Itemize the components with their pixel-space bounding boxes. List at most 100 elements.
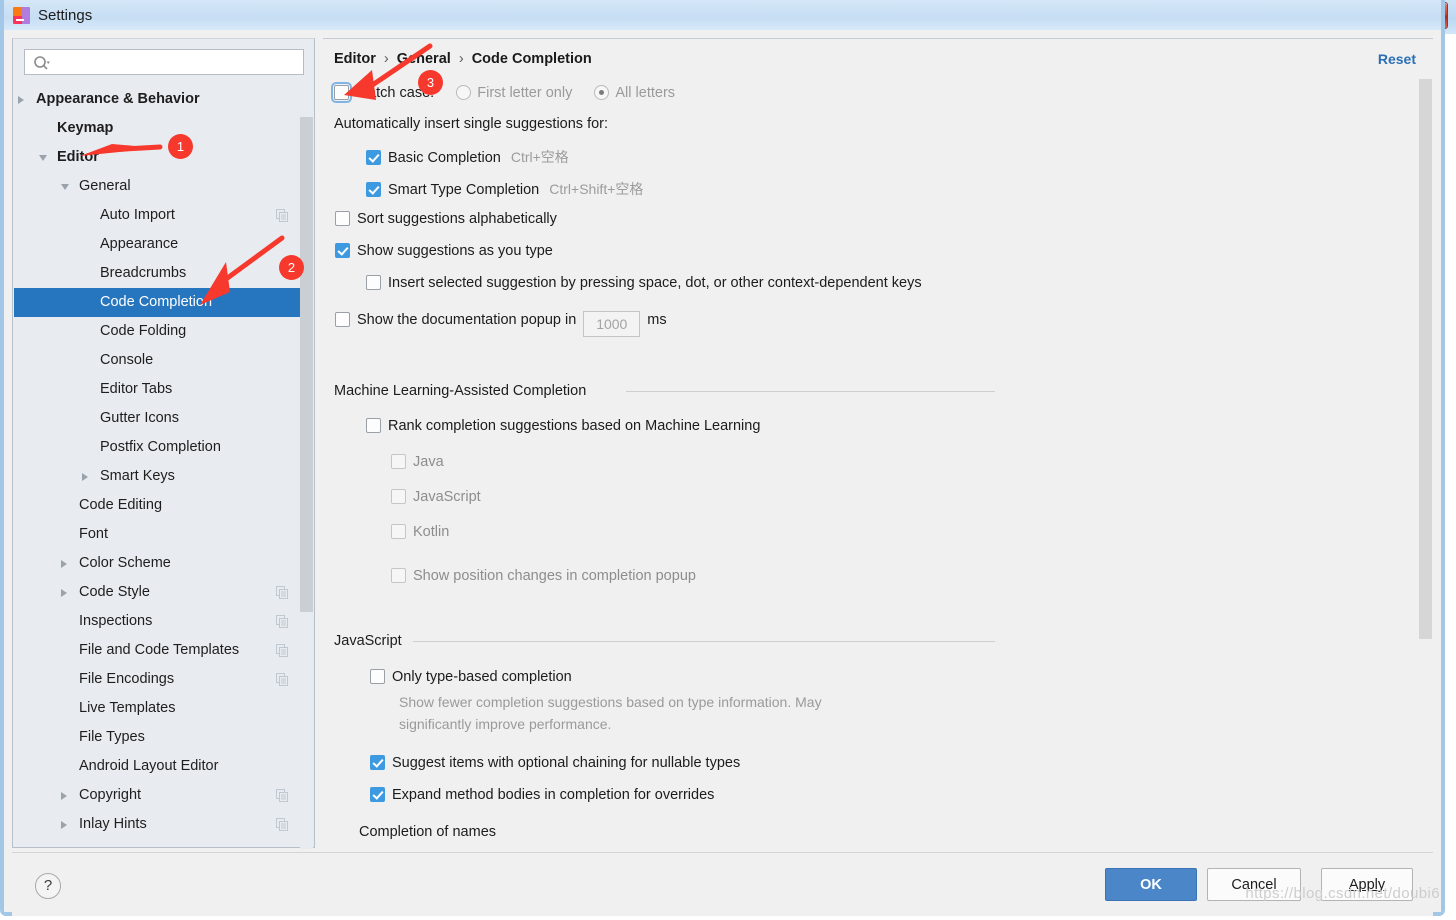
- copy-settings-icon[interactable]: [276, 209, 289, 222]
- breadcrumb-editor[interactable]: Editor: [334, 51, 376, 67]
- search-box[interactable]: [24, 49, 304, 75]
- dialog-button-bar: ? OK Cancel Apply: [12, 852, 1433, 916]
- sidebar-item-label: Android Layout Editor: [79, 758, 219, 774]
- copy-settings-icon[interactable]: [276, 789, 289, 802]
- sidebar-item-code-editing[interactable]: Code Editing: [14, 491, 313, 520]
- only-type-based-checkbox[interactable]: [370, 669, 385, 684]
- sidebar-item-smart-keys[interactable]: Smart Keys: [14, 462, 313, 491]
- sidebar-item-label: Copyright: [79, 787, 142, 803]
- sidebar-item-copyright[interactable]: Copyright: [14, 781, 313, 810]
- ml-show-position-changes-checkbox[interactable]: [391, 568, 406, 583]
- optional-chaining-checkbox[interactable]: [370, 755, 385, 770]
- sidebar-item-appearance[interactable]: Appearance: [14, 230, 313, 259]
- chevron-right-icon[interactable]: [18, 96, 24, 104]
- help-button[interactable]: ?: [35, 873, 61, 899]
- doc-popup-checkbox[interactable]: [335, 312, 350, 327]
- chevron-right-icon[interactable]: [61, 821, 67, 829]
- sort-alphabetically-checkbox[interactable]: [335, 211, 350, 226]
- sidebar-item-label: Color Scheme: [79, 555, 171, 571]
- intellij-idea-icon: [13, 6, 30, 24]
- sidebar-item-inlay-hints[interactable]: Inlay Hints: [14, 810, 313, 839]
- ml-show-position-changes-label: Show position changes in completion popu…: [413, 568, 696, 584]
- sidebar-item-editor-tabs[interactable]: Editor Tabs: [14, 375, 313, 404]
- sidebar-item-label: Appearance: [100, 236, 179, 252]
- cancel-button[interactable]: Cancel: [1207, 868, 1301, 901]
- sidebar-item-editor[interactable]: Editor: [14, 143, 313, 172]
- smart-type-completion-checkbox[interactable]: [366, 182, 381, 197]
- expand-method-bodies-checkbox[interactable]: [370, 787, 385, 802]
- javascript-section-title: JavaScript: [334, 633, 410, 649]
- doc-popup-delay-input[interactable]: 1000: [583, 311, 641, 337]
- match-case-checkbox[interactable]: [331, 82, 352, 103]
- ml-section-divider: [626, 391, 995, 392]
- basic-completion-checkbox[interactable]: [366, 150, 381, 165]
- sidebar-item-code-completion[interactable]: Code Completion: [14, 288, 313, 317]
- sidebar-item-postfix-completion[interactable]: Postfix Completion: [14, 433, 313, 462]
- sidebar-scrollbar[interactable]: [300, 86, 313, 849]
- completion-of-names-title: Completion of names: [359, 824, 497, 840]
- sidebar-item-label: Code Style: [79, 584, 150, 600]
- breadcrumb-general[interactable]: General: [397, 51, 451, 67]
- settings-tree[interactable]: Appearance & Behavior Keymap Editor General…: [14, 85, 313, 846]
- search-input[interactable]: [55, 50, 299, 74]
- expand-method-bodies-label: Expand method bodies in completion for o…: [392, 787, 715, 803]
- chevron-down-icon[interactable]: [39, 155, 47, 161]
- sidebar-item-keymap[interactable]: Keymap: [14, 114, 313, 143]
- sidebar-item-general[interactable]: General: [14, 172, 313, 201]
- sidebar-item-gutter-icons[interactable]: Gutter Icons: [14, 404, 313, 433]
- ml-java-checkbox[interactable]: [391, 454, 406, 469]
- all-letters-label: All letters: [615, 85, 676, 101]
- ml-java-row: Java: [391, 454, 444, 470]
- reset-link[interactable]: Reset: [1378, 51, 1416, 67]
- copy-settings-icon[interactable]: [276, 615, 289, 628]
- breadcrumb: Editor › General › Code Completion: [334, 51, 592, 67]
- ml-javascript-checkbox[interactable]: [391, 489, 406, 504]
- auto-insert-header: Automatically insert single suggestions …: [334, 116, 609, 132]
- sidebar-item-code-style[interactable]: Code Style: [14, 578, 313, 607]
- sidebar-item-console[interactable]: Console: [14, 346, 313, 375]
- sidebar-item-file-encodings[interactable]: File Encodings: [14, 665, 313, 694]
- chevron-right-icon[interactable]: [61, 560, 67, 568]
- sidebar-scrollbar-thumb[interactable]: [300, 117, 313, 612]
- sidebar-item-code-folding[interactable]: Code Folding: [14, 317, 313, 346]
- sidebar-item-breadcrumbs[interactable]: Breadcrumbs: [14, 259, 313, 288]
- copy-settings-icon[interactable]: [276, 586, 289, 599]
- all-letters-radio[interactable]: [594, 85, 610, 100]
- copy-settings-icon[interactable]: [276, 673, 289, 686]
- sidebar-item-auto-import[interactable]: Auto Import: [14, 201, 313, 230]
- chevron-right-icon[interactable]: [61, 792, 67, 800]
- show-as-you-type-checkbox[interactable]: [335, 243, 350, 258]
- ml-java-label: Java: [413, 454, 444, 470]
- chevron-right-icon[interactable]: [61, 589, 67, 597]
- first-letter-only-label: First letter only: [477, 85, 573, 101]
- expand-method-bodies-row: Expand method bodies in completion for o…: [370, 787, 714, 803]
- sidebar-item-file-types[interactable]: File Types: [14, 723, 313, 752]
- optional-chaining-row: Suggest items with optional chaining for…: [370, 755, 740, 771]
- insert-selected-checkbox[interactable]: [366, 275, 381, 290]
- insert-selected-label: Insert selected suggestion by pressing s…: [388, 275, 922, 291]
- first-letter-only-radio[interactable]: [456, 85, 472, 100]
- sidebar-item-label: Auto Import: [100, 207, 175, 223]
- chevron-right-icon[interactable]: [82, 473, 88, 481]
- apply-button[interactable]: Apply: [1321, 868, 1413, 901]
- sidebar-item-color-scheme[interactable]: Color Scheme: [14, 549, 313, 578]
- content-scrollbar-thumb[interactable]: [1419, 79, 1432, 639]
- copy-settings-icon[interactable]: [276, 818, 289, 831]
- content-scrollbar[interactable]: [1419, 79, 1432, 847]
- sidebar-item-font[interactable]: Font: [14, 520, 313, 549]
- ml-kotlin-checkbox[interactable]: [391, 524, 406, 539]
- sort-alphabetically-row: Sort suggestions alphabetically: [335, 211, 557, 227]
- ml-rank-checkbox[interactable]: [366, 418, 381, 433]
- sidebar-item-label: File Types: [79, 729, 145, 745]
- sidebar-item-android-layout-editor[interactable]: Android Layout Editor: [14, 752, 313, 781]
- chevron-down-icon[interactable]: [61, 184, 69, 190]
- sidebar-item-label: Editor Tabs: [100, 381, 173, 397]
- sidebar-item-live-templates[interactable]: Live Templates: [14, 694, 313, 723]
- copy-settings-icon[interactable]: [276, 644, 289, 657]
- ok-button[interactable]: OK: [1105, 868, 1197, 901]
- sidebar-item-file-and-code-templates[interactable]: File and Code Templates: [14, 636, 313, 665]
- sidebar-item-appearance-behavior[interactable]: Appearance & Behavior: [14, 85, 313, 114]
- sidebar-item-label: Code Folding: [100, 323, 187, 339]
- sidebar-item-inspections[interactable]: Inspections: [14, 607, 313, 636]
- breadcrumb-code-completion: Code Completion: [471, 51, 592, 67]
